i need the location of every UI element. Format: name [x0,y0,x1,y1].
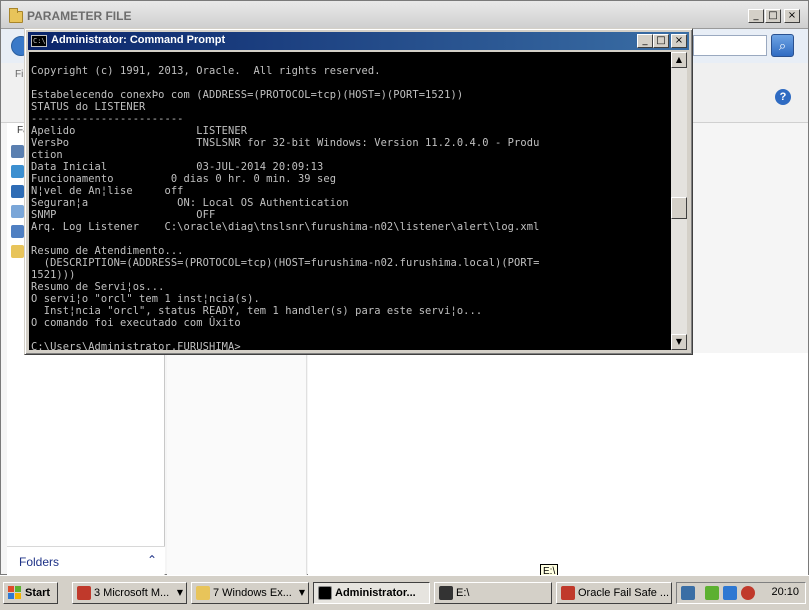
console-output[interactable]: Copyright (c) 1991, 2013, Oracle. All ri… [29,52,671,350]
chevron-up-icon: ⌃ [147,553,158,567]
application-icon [77,586,91,600]
explorer-title: PARAMETER FILE [27,9,132,23]
search-input[interactable] [693,35,767,56]
minimize-button[interactable]: _ [748,9,764,23]
close-button[interactable]: × [784,9,800,23]
network-icon[interactable] [11,225,24,238]
scroll-up-arrow-icon[interactable]: ▲ [671,52,687,68]
taskbar-item-label: E:\ [456,587,470,599]
folder-icon [196,586,210,600]
taskbar-item-oracle-fail-safe[interactable]: Oracle Fail Safe ... [556,582,672,604]
oracle-icon [561,586,575,600]
taskbar-item-label: 3 Microsoft M... [94,587,170,599]
help-icon[interactable]: ? [775,89,791,105]
folders-toggle[interactable]: Folders ⌃ [7,546,165,574]
file-list-column [167,353,307,575]
cmd-icon [318,586,332,600]
documents-icon[interactable] [11,165,24,178]
folders-label: Folders [19,555,60,569]
explorer-titlebar[interactable]: PARAMETER FILE _ □ × [1,1,808,29]
desktop-icon[interactable] [11,145,24,158]
scroll-thumb[interactable] [671,197,687,219]
cmd-close-button[interactable]: × [671,34,687,48]
taskbar-item-label: Oracle Fail Safe ... [578,587,670,599]
system-tray: 20:10 [676,582,806,604]
cmd-minimize-button[interactable]: _ [637,34,653,48]
cmd-title: Administrator: Command Prompt [51,34,226,46]
taskbar: Start 3 Microsoft M... ▼ 7 Windows Ex...… [0,575,809,610]
vertical-scrollbar[interactable]: ▲ ▼ [671,52,687,350]
taskbar-item-command-prompt[interactable]: Administrator... [313,582,430,604]
maximize-button[interactable]: □ [765,9,781,23]
taskbar-item-microsoft[interactable]: 3 Microsoft M... ▼ [72,582,187,604]
windows-logo-icon [8,586,22,600]
console-text: Copyright (c) 1991, 2013, Oracle. All ri… [31,65,540,350]
file-list-area [308,353,808,575]
scroll-down-arrow-icon[interactable]: ▼ [671,334,687,350]
taskbar-item-windows-explorer[interactable]: 7 Windows Ex... ▼ [191,582,309,604]
start-label: Start [25,587,51,599]
cmd-system-icon[interactable]: C:\ [31,35,47,47]
folder-icon[interactable] [11,245,24,258]
clock[interactable]: 20:10 [771,586,799,598]
command-prompt-window: C:\ Administrator: Command Prompt _ □ × … [24,28,693,355]
computer-icon[interactable] [11,205,24,218]
chevron-down-icon: ▼ [298,588,305,597]
7zip-icon [439,586,453,600]
cmd-titlebar[interactable]: C:\ Administrator: Command Prompt _ □ × [28,32,689,50]
taskbar-item-label: 7 Windows Ex... [213,587,292,599]
search-icon[interactable]: ⌕ [771,34,794,57]
music-icon[interactable] [11,185,24,198]
network-icon[interactable] [681,586,695,600]
chevron-down-icon: ▼ [176,588,183,597]
security-icon[interactable] [705,586,719,600]
start-button[interactable]: Start [3,582,58,604]
taskbar-item-drive-e[interactable]: E:\ [434,582,552,604]
volume-muted-icon[interactable] [741,586,755,600]
folder-icon [9,8,23,23]
cmd-maximize-button[interactable]: □ [653,34,669,48]
monitor-icon[interactable] [723,586,737,600]
taskbar-item-label: Administrator... [335,587,416,599]
